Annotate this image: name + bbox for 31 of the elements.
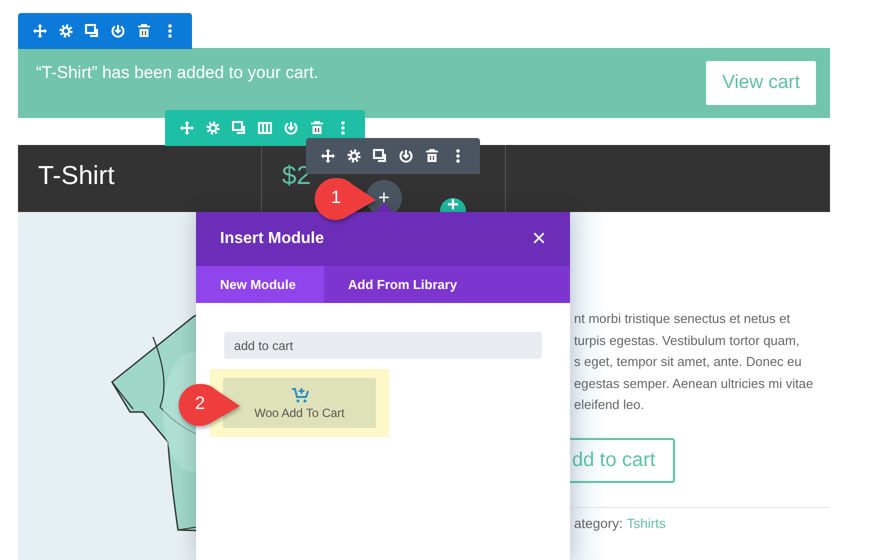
close-button[interactable]: ×	[530, 227, 548, 251]
callout-marker	[312, 176, 378, 222]
product-title: T-Shirt	[38, 160, 115, 191]
settings-icon[interactable]	[58, 23, 74, 39]
columns-icon[interactable]	[257, 120, 273, 136]
description-text: nt morbi tristique senectus et netus et	[574, 310, 792, 328]
duplicate-icon[interactable]	[84, 23, 100, 39]
dialog-tab[interactable]: New Module	[196, 266, 324, 303]
dialog-title: Insert Module	[220, 230, 324, 248]
cart-icon	[290, 386, 308, 402]
duplicate-icon[interactable]	[372, 148, 388, 164]
description-text: eleifend leo.	[574, 396, 646, 414]
description-text: turpis egestas. Vestibulum tortor quam,	[574, 332, 800, 350]
move-icon[interactable]	[320, 148, 336, 164]
step-number: 1	[330, 187, 342, 208]
description-text: egestas semper. Aenean ultricies mi vitae	[574, 374, 814, 393]
description-text: s eget, tempor sit amet, ante. Donec eu	[574, 353, 803, 372]
power-icon[interactable]	[398, 148, 414, 164]
category-label: ategory:	[574, 516, 623, 531]
module-tile[interactable]: Woo Add To Cart	[223, 378, 376, 428]
move-icon[interactable]	[32, 23, 48, 39]
search-field[interactable]: add to cart	[224, 332, 542, 359]
notice-message: “T-Shirt” has been added to your cart.	[36, 63, 319, 83]
power-icon[interactable]	[110, 23, 126, 39]
settings-icon[interactable]	[346, 148, 362, 164]
trash-icon[interactable]	[309, 120, 325, 136]
step-number: 2	[194, 393, 206, 414]
trash-icon[interactable]	[136, 23, 152, 39]
dialog-tab[interactable]: Add From Library	[324, 266, 482, 303]
trash-icon[interactable]	[424, 148, 440, 164]
callout-marker	[176, 382, 242, 428]
